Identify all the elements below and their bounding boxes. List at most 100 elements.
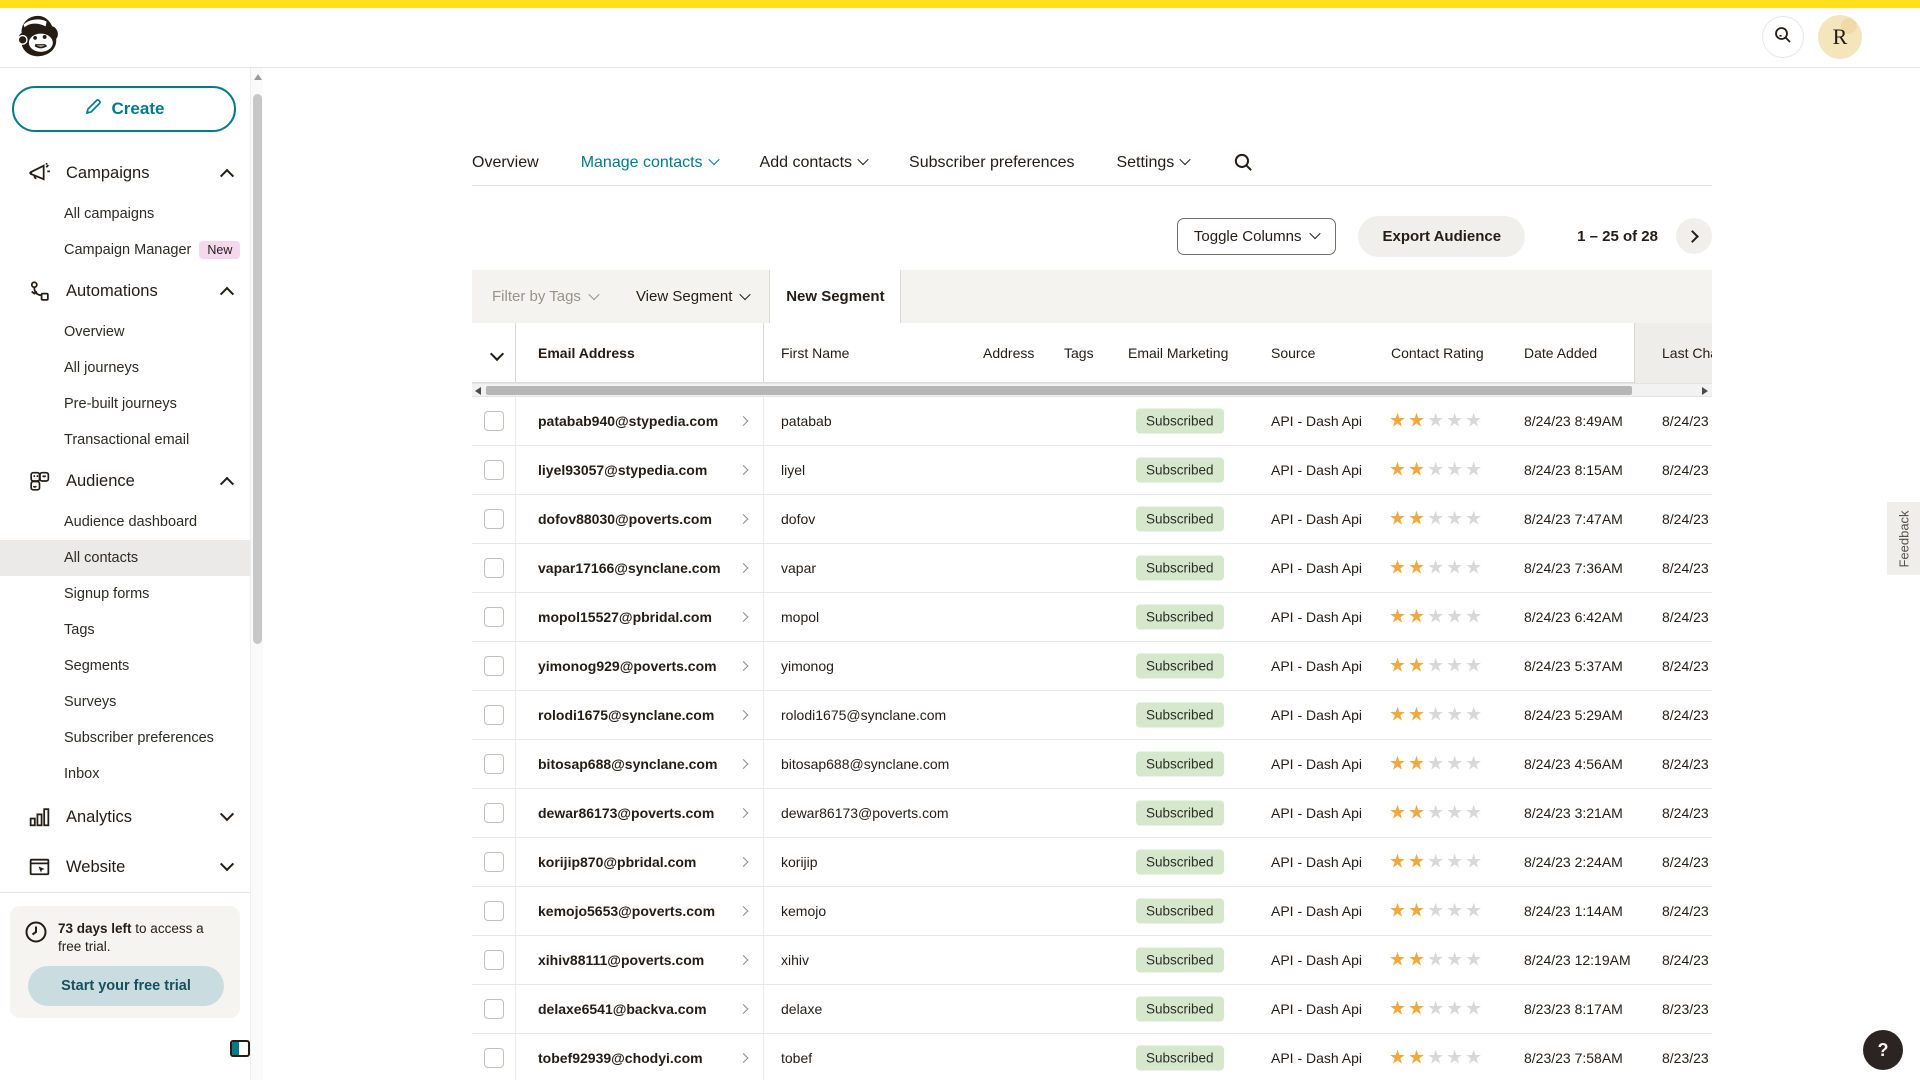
row-checkbox[interactable] — [484, 411, 504, 431]
column-header-source[interactable]: Source — [1271, 345, 1315, 361]
new-segment-button[interactable]: New Segment — [769, 270, 901, 323]
row-checkbox[interactable] — [484, 509, 504, 529]
sidebar-item-all-campaigns[interactable]: All campaigns — [0, 196, 250, 232]
contact-email[interactable]: yimonog929@poverts.com — [538, 658, 717, 674]
avatar[interactable]: R — [1818, 15, 1862, 59]
contact-email[interactable]: liyel93057@stypedia.com — [538, 462, 707, 478]
sidebar-item-audience-dashboard[interactable]: Audience dashboard — [0, 504, 250, 540]
chevron-right-icon[interactable] — [739, 710, 749, 720]
contact-email[interactable]: korijip870@pbridal.com — [538, 854, 696, 870]
view-segment-dropdown[interactable]: View Segment — [636, 270, 749, 323]
contact-email[interactable]: tobef92939@chodyi.com — [538, 1050, 703, 1066]
row-checkbox[interactable] — [484, 999, 504, 1019]
chevron-right-icon[interactable] — [739, 612, 749, 622]
sidebar-item-pre-built-journeys[interactable]: Pre-built journeys — [0, 386, 250, 422]
contact-email[interactable]: patabab940@stypedia.com — [538, 413, 718, 429]
row-checkbox[interactable] — [484, 705, 504, 725]
contact-email[interactable]: delaxe6541@backva.com — [538, 1001, 707, 1017]
column-header-last-changed[interactable]: Last Changed — [1662, 345, 1712, 361]
contact-email[interactable]: dewar86173@poverts.com — [538, 805, 714, 821]
tab-subscriber-preferences[interactable]: Subscriber preferences — [909, 154, 1074, 172]
contact-email[interactable]: rolodi1675@synclane.com — [538, 707, 714, 723]
column-header-address[interactable]: Address — [983, 345, 1034, 361]
chevron-right-icon[interactable] — [739, 1053, 749, 1063]
select-all-dropdown-icon[interactable] — [490, 347, 504, 361]
filter-by-tags-dropdown[interactable]: Filter by Tags — [492, 270, 598, 323]
row-checkbox[interactable] — [484, 607, 504, 627]
horizontal-scrollbar[interactable] — [472, 383, 1712, 397]
contact-email[interactable]: mopol15527@pbridal.com — [538, 609, 712, 625]
tab-settings[interactable]: Settings — [1116, 154, 1189, 172]
row-checkbox[interactable] — [484, 803, 504, 823]
contact-email[interactable]: bitosap688@synclane.com — [538, 756, 717, 772]
horizontal-scrollbar-thumb[interactable] — [486, 386, 1632, 395]
column-header-email-marketing[interactable]: Email Marketing — [1128, 345, 1228, 361]
column-header-tags[interactable]: Tags — [1064, 345, 1094, 361]
sidebar-section-website[interactable]: Website — [0, 842, 250, 892]
column-header-email[interactable]: Email Address — [538, 345, 635, 361]
chevron-right-icon[interactable] — [739, 514, 749, 524]
cell-divider — [763, 544, 764, 592]
row-checkbox[interactable] — [484, 754, 504, 774]
header-search-button[interactable] — [1762, 16, 1804, 58]
sidebar-section-automations[interactable]: Automations — [0, 268, 250, 314]
column-header-first-name[interactable]: First Name — [781, 345, 849, 361]
contact-email[interactable]: xihiv88111@poverts.com — [538, 952, 704, 968]
chevron-right-icon[interactable] — [739, 416, 749, 426]
sidebar-item-segments[interactable]: Segments — [0, 648, 250, 684]
row-checkbox[interactable] — [484, 558, 504, 578]
tab-add-contacts[interactable]: Add contacts — [760, 154, 868, 172]
contacts-search-button[interactable] — [1233, 152, 1254, 173]
sidebar-item-inbox[interactable]: Inbox — [0, 756, 250, 792]
sidebar-item-transactional-email[interactable]: Transactional email — [0, 422, 250, 458]
chevron-right-icon[interactable] — [739, 661, 749, 671]
row-checkbox[interactable] — [484, 852, 504, 872]
create-button[interactable]: Create — [12, 86, 236, 132]
sidebar-section-audience[interactable]: Audience — [0, 458, 250, 504]
contact-email[interactable]: vapar17166@synclane.com — [538, 560, 721, 576]
sidebar-item-surveys[interactable]: Surveys — [0, 684, 250, 720]
chevron-right-icon[interactable] — [739, 808, 749, 818]
scroll-right-arrow[interactable] — [1702, 387, 1708, 395]
chevron-right-icon[interactable] — [739, 465, 749, 475]
sidebar-section-analytics[interactable]: Analytics — [0, 792, 250, 842]
tab-overview[interactable]: Overview — [472, 154, 539, 172]
sidebar-collapse-icon[interactable] — [230, 1040, 250, 1057]
chevron-right-icon[interactable] — [739, 955, 749, 965]
toggle-columns-button[interactable]: Toggle Columns — [1177, 218, 1337, 255]
sidebar-item-all-contacts[interactable]: All contacts — [0, 540, 250, 576]
scroll-left-arrow[interactable] — [475, 387, 481, 395]
row-checkbox[interactable] — [484, 656, 504, 676]
tab-manage-contacts[interactable]: Manage contacts — [581, 154, 718, 172]
contact-email[interactable]: kemojo5653@poverts.com — [538, 903, 715, 919]
row-checkbox[interactable] — [484, 901, 504, 921]
chevron-right-icon[interactable] — [739, 759, 749, 769]
subscribed-badge: Subscribed — [1136, 458, 1224, 483]
sidebar-item-tags[interactable]: Tags — [0, 612, 250, 648]
row-checkbox[interactable] — [484, 460, 504, 480]
mailchimp-logo[interactable] — [14, 13, 60, 59]
chevron-right-icon[interactable] — [739, 857, 749, 867]
sidebar-item-subscriber-preferences[interactable]: Subscriber preferences — [0, 720, 250, 756]
chevron-right-icon[interactable] — [739, 563, 749, 573]
sidebar-item-overview[interactable]: Overview — [0, 314, 250, 350]
contact-email[interactable]: dofov88030@poverts.com — [538, 511, 712, 527]
scrollbar-thumb[interactable] — [253, 94, 262, 644]
column-header-date-added[interactable]: Date Added — [1524, 345, 1597, 361]
row-checkbox[interactable] — [484, 950, 504, 970]
start-free-trial-button[interactable]: Start your free trial — [28, 966, 224, 1006]
sidebar-scrollbar[interactable] — [250, 68, 263, 1080]
chevron-right-icon[interactable] — [739, 1004, 749, 1014]
chevron-right-icon[interactable] — [739, 906, 749, 916]
sidebar-section-campaigns[interactable]: Campaigns — [0, 150, 250, 196]
help-button[interactable]: ? — [1863, 1030, 1903, 1070]
export-audience-button[interactable]: Export Audience — [1358, 216, 1525, 257]
pagination-next-button[interactable] — [1676, 218, 1712, 254]
feedback-tab[interactable]: Feedback — [1887, 502, 1920, 575]
row-checkbox[interactable] — [484, 1048, 504, 1068]
column-header-contact-rating[interactable]: Contact Rating — [1391, 345, 1484, 361]
sidebar-item-signup-forms[interactable]: Signup forms — [0, 576, 250, 612]
sidebar-item-campaign-manager[interactable]: Campaign ManagerNew — [0, 232, 250, 268]
scrollbar-up-arrow[interactable] — [254, 74, 262, 80]
sidebar-item-all-journeys[interactable]: All journeys — [0, 350, 250, 386]
